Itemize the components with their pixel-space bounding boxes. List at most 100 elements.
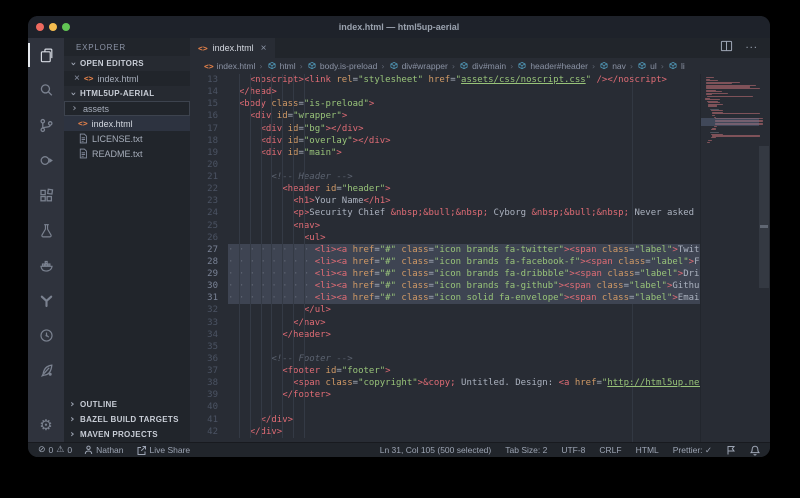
line-number[interactable]: 21 bbox=[190, 171, 228, 183]
line-number[interactable]: 17 bbox=[190, 123, 228, 135]
tab-index-html[interactable]: <> index.html × bbox=[190, 38, 275, 58]
account-status-item[interactable]: Nathan bbox=[84, 445, 123, 455]
test-beaker-icon[interactable] bbox=[28, 215, 64, 245]
breadcrumb-item[interactable]: body.is-preload bbox=[307, 61, 378, 71]
code-line[interactable]: 22 <header id="header"> bbox=[190, 183, 700, 195]
line-number[interactable]: 29 bbox=[190, 268, 228, 280]
source-control-icon[interactable] bbox=[28, 110, 64, 140]
tab-size-indicator[interactable]: Tab Size: 2 bbox=[505, 445, 547, 455]
line-number[interactable]: 41 bbox=[190, 414, 228, 426]
line-number[interactable]: 13 bbox=[190, 74, 228, 86]
code-line[interactable]: 28· · · · · · · · <li><a href="#" class=… bbox=[190, 256, 700, 268]
code-line[interactable]: 37 <footer id="footer"> bbox=[190, 365, 700, 377]
code-line[interactable]: 33 </nav> bbox=[190, 317, 700, 329]
close-editor-icon[interactable]: × bbox=[74, 74, 80, 84]
breadcrumb-item[interactable]: div#main bbox=[459, 61, 506, 71]
close-window-button[interactable] bbox=[36, 23, 44, 31]
line-number[interactable]: 19 bbox=[190, 147, 228, 159]
code-line[interactable]: 24 <p>Security Chief &nbsp;&bull;&nbsp; … bbox=[190, 207, 700, 219]
code-line[interactable]: 39 </footer> bbox=[190, 389, 700, 401]
breadcrumb-item[interactable]: nav bbox=[599, 61, 626, 71]
line-number[interactable]: 23 bbox=[190, 195, 228, 207]
code-line[interactable]: 27· · · · · · · · <li><a href="#" class=… bbox=[190, 244, 700, 256]
code-line[interactable]: 15 <body class="is-preload"> bbox=[190, 98, 700, 110]
code-line[interactable]: 26 <ul> bbox=[190, 232, 700, 244]
problems-indicator[interactable]: ⊘ 0 ⚠ 0 bbox=[38, 445, 72, 455]
line-number[interactable]: 14 bbox=[190, 86, 228, 98]
code-line[interactable]: 42 </div> bbox=[190, 426, 700, 438]
line-number[interactable]: 15 bbox=[190, 98, 228, 110]
code-line[interactable]: 30· · · · · · · · <li><a href="#" class=… bbox=[190, 280, 700, 292]
more-actions-icon[interactable]: ··· bbox=[745, 43, 758, 54]
line-number[interactable]: 25 bbox=[190, 220, 228, 232]
line-number[interactable]: 42 bbox=[190, 426, 228, 438]
notifications-icon[interactable] bbox=[750, 445, 760, 456]
line-number[interactable]: 18 bbox=[190, 135, 228, 147]
minimize-window-button[interactable] bbox=[49, 23, 57, 31]
maven-projects-section-header[interactable]: › MAVEN PROJECTS bbox=[64, 427, 190, 442]
open-editor-item[interactable]: × <> index.html bbox=[64, 71, 190, 86]
project-root-header[interactable]: › HTML5UP-AERIAL bbox=[64, 86, 190, 101]
code-line[interactable]: 34 </header> bbox=[190, 329, 700, 341]
code-line[interactable]: 36 <!-- Footer --> bbox=[190, 353, 700, 365]
code-line[interactable]: 14 </head> bbox=[190, 86, 700, 98]
code-line[interactable]: 19 <div id="main"> bbox=[190, 147, 700, 159]
code-line[interactable]: 29· · · · · · · · <li><a href="#" class=… bbox=[190, 268, 700, 280]
code-line[interactable]: 21 <!-- Header --> bbox=[190, 171, 700, 183]
docker-icon[interactable] bbox=[28, 250, 64, 280]
line-number[interactable]: 24 bbox=[190, 207, 228, 219]
line-number[interactable]: 38 bbox=[190, 377, 228, 389]
code-line[interactable]: 23 <h1>Your Name</h1> bbox=[190, 195, 700, 207]
breadcrumb-item[interactable]: div#wrapper bbox=[389, 61, 448, 71]
line-number[interactable]: 36 bbox=[190, 353, 228, 365]
line-number[interactable]: 31 bbox=[190, 292, 228, 304]
settings-gear-icon[interactable]: ⚙ bbox=[39, 416, 52, 434]
code-line[interactable]: 16 <div id="wrapper"> bbox=[190, 110, 700, 122]
line-number[interactable]: 30 bbox=[190, 280, 228, 292]
code-line[interactable]: 13 <noscript><link rel="stylesheet" href… bbox=[190, 74, 700, 86]
editor-scrollbar[interactable] bbox=[758, 74, 770, 442]
line-number[interactable]: 39 bbox=[190, 389, 228, 401]
eol-indicator[interactable]: CRLF bbox=[599, 445, 621, 455]
tree-item-assets[interactable]: › assets bbox=[64, 101, 190, 116]
tree-item-index-html[interactable]: <> index.html bbox=[64, 116, 190, 131]
formatter-status[interactable]: Prettier: ✓ bbox=[673, 445, 712, 456]
explorer-icon[interactable] bbox=[28, 40, 64, 70]
breadcrumb-item[interactable]: li bbox=[668, 61, 685, 71]
code-line[interactable]: 18 <div id="overlay"></div> bbox=[190, 135, 700, 147]
line-number[interactable]: 26 bbox=[190, 232, 228, 244]
tree-item-license[interactable]: LICENSE.txt bbox=[64, 131, 190, 146]
history-icon[interactable] bbox=[28, 320, 64, 350]
line-number[interactable]: 28 bbox=[190, 256, 228, 268]
code-line[interactable]: 32 </ul> bbox=[190, 304, 700, 316]
outline-section-header[interactable]: › OUTLINE bbox=[64, 397, 190, 412]
line-number[interactable]: 27 bbox=[190, 244, 228, 256]
code-line[interactable]: 17 <div id="bg"></div> bbox=[190, 123, 700, 135]
code-line[interactable]: 20 bbox=[190, 159, 700, 171]
breadcrumb-item[interactable]: html bbox=[267, 61, 296, 71]
language-mode[interactable]: HTML bbox=[636, 445, 659, 455]
encoding-indicator[interactable]: UTF-8 bbox=[561, 445, 585, 455]
close-tab-icon[interactable]: × bbox=[261, 43, 267, 54]
code-line[interactable]: 40 bbox=[190, 401, 700, 413]
bazel-targets-section-header[interactable]: › BAZEL BUILD TARGETS bbox=[64, 412, 190, 427]
debug-icon[interactable] bbox=[28, 145, 64, 175]
line-number[interactable]: 16 bbox=[190, 110, 228, 122]
cursor-position[interactable]: Ln 31, Col 105 (500 selected) bbox=[380, 445, 492, 455]
line-number[interactable]: 40 bbox=[190, 401, 228, 413]
code-line[interactable]: 31· · · · · · · · <li><a href="#" class=… bbox=[190, 292, 700, 304]
line-number[interactable]: 33 bbox=[190, 317, 228, 329]
live-share-status-item[interactable]: Live Share bbox=[136, 445, 191, 456]
code-line[interactable]: 35 bbox=[190, 341, 700, 353]
open-editors-header[interactable]: › OPEN EDITORS bbox=[64, 56, 190, 71]
scrollbar-thumb[interactable] bbox=[759, 146, 769, 288]
feedback-icon[interactable] bbox=[726, 445, 736, 455]
breadcrumb-item[interactable]: ul bbox=[637, 61, 657, 71]
minimap[interactable] bbox=[700, 74, 759, 442]
bazel-icon[interactable] bbox=[28, 285, 64, 315]
breadcrumb-item[interactable]: header#header bbox=[517, 61, 588, 71]
tree-item-readme[interactable]: README.txt bbox=[64, 146, 190, 161]
search-icon[interactable] bbox=[28, 75, 64, 105]
feather-icon[interactable] bbox=[28, 355, 64, 385]
line-number[interactable]: 37 bbox=[190, 365, 228, 377]
